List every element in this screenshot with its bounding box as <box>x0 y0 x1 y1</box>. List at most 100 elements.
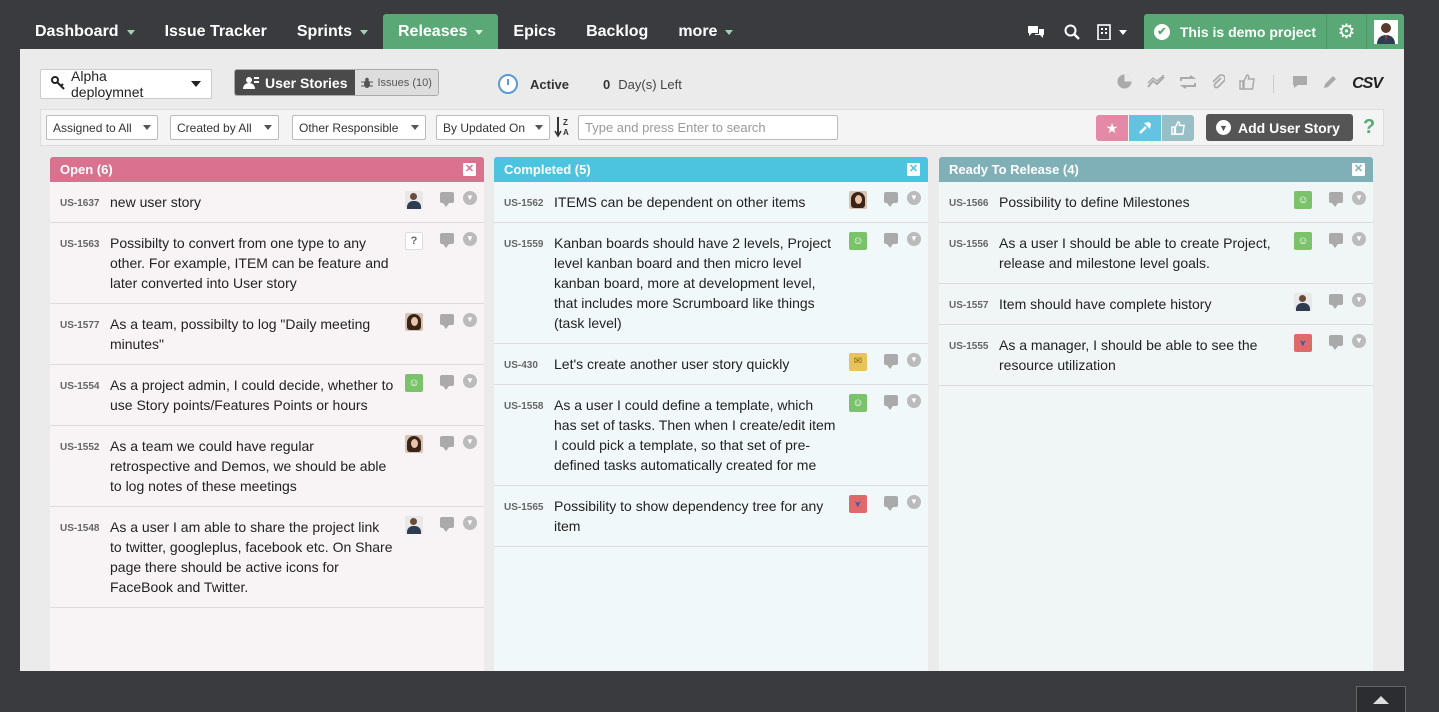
story-id[interactable]: US-1556 <box>949 235 988 255</box>
assignee-avatar[interactable] <box>405 516 423 534</box>
story-id[interactable]: US-1563 <box>60 235 99 255</box>
chevron-down-icon[interactable]: ▼ <box>1352 191 1366 205</box>
help-icon[interactable]: ? <box>1363 116 1375 139</box>
comment-icon[interactable] <box>440 375 454 390</box>
comment-icon[interactable] <box>1329 335 1343 350</box>
chevron-down-icon[interactable]: ▼ <box>907 191 921 205</box>
star-filter-button[interactable]: ★ <box>1096 115 1128 141</box>
user-avatar[interactable] <box>1366 14 1404 49</box>
story-id[interactable]: US-1552 <box>60 438 99 458</box>
comment-icon[interactable] <box>440 436 454 451</box>
story-title[interactable]: As a manager, I should be able to see th… <box>999 337 1257 373</box>
story-title[interactable]: Possibilty to convert from one type to a… <box>110 235 389 291</box>
story-title[interactable]: Possibility to define Milestones <box>999 194 1190 210</box>
story-id[interactable]: US-1637 <box>60 194 99 214</box>
comment-icon[interactable] <box>440 192 454 207</box>
story-card[interactable]: US-1563 Possibilty to convert from one ty… <box>50 223 484 304</box>
story-title[interactable]: Possibility to show dependency tree for … <box>554 498 823 534</box>
chevron-down-icon[interactable]: ▼ <box>463 374 477 388</box>
comments-icon[interactable] <box>1292 75 1308 94</box>
assignee-avatar[interactable] <box>405 435 423 453</box>
nav-item-backlog[interactable]: Backlog <box>571 14 663 49</box>
comment-icon[interactable] <box>884 233 898 248</box>
trend-icon[interactable] <box>1147 73 1165 94</box>
story-title[interactable]: As a team, possibilty to log "Daily meet… <box>110 316 370 352</box>
story-card[interactable]: US-1565 Possibility to show dependency tr… <box>494 486 928 547</box>
search-icon[interactable] <box>1054 14 1090 49</box>
chevron-down-icon[interactable]: ▼ <box>463 232 477 246</box>
nav-item-releases[interactable]: Releases <box>383 14 499 49</box>
green-avatar-icon[interactable] <box>849 394 867 412</box>
chevron-down-icon[interactable]: ▼ <box>1352 334 1366 348</box>
story-title[interactable]: As a user I could define a template, whi… <box>554 397 835 473</box>
nav-item-epics[interactable]: Epics <box>498 14 571 49</box>
close-icon[interactable]: ✕ <box>907 163 920 176</box>
sort-select[interactable]: By Updated On <box>436 115 550 140</box>
chevron-down-icon[interactable]: ▼ <box>907 495 921 509</box>
responsible-filter[interactable]: Other Responsible <box>292 115 426 140</box>
assignee-avatar[interactable] <box>405 313 423 331</box>
nav-item-more[interactable]: more <box>663 14 748 49</box>
story-card[interactable]: US-430 Let's create another user story qu… <box>494 344 928 385</box>
repeat-icon[interactable] <box>1179 74 1197 94</box>
story-title[interactable]: As a user I should be able to create Pro… <box>999 235 1271 271</box>
story-card[interactable]: US-1555 As a manager, I should be able to… <box>939 325 1373 386</box>
chat-icon[interactable] <box>1018 14 1054 49</box>
comment-icon[interactable] <box>884 192 898 207</box>
scroll-to-top-button[interactable] <box>1356 686 1406 712</box>
add-user-story-button[interactable]: ▼ Add User Story <box>1206 114 1353 141</box>
story-title[interactable]: As a user I am able to share the project… <box>110 519 393 595</box>
comment-icon[interactable] <box>1329 294 1343 309</box>
story-title[interactable]: new user story <box>110 194 201 210</box>
comment-icon[interactable] <box>1329 233 1343 248</box>
story-id[interactable]: US-1559 <box>504 235 543 255</box>
comment-icon[interactable] <box>440 517 454 532</box>
building-icon[interactable] <box>1090 14 1134 49</box>
red-avatar-icon[interactable] <box>1294 334 1312 352</box>
yellow-avatar-icon[interactable] <box>849 353 867 371</box>
chevron-down-icon[interactable]: ▼ <box>1352 293 1366 307</box>
edit-icon[interactable] <box>1322 74 1338 95</box>
gear-icon[interactable]: ⚙ <box>1326 14 1366 49</box>
story-id[interactable]: US-1554 <box>60 377 99 397</box>
story-id[interactable]: US-1577 <box>60 316 99 336</box>
chevron-down-icon[interactable]: ▼ <box>907 232 921 246</box>
green-avatar-icon[interactable] <box>1294 191 1312 209</box>
story-title[interactable]: Item should have complete history <box>999 296 1211 312</box>
sort-direction-icon[interactable]: ZA <box>554 116 572 140</box>
comment-icon[interactable] <box>440 233 454 248</box>
assignee-avatar[interactable] <box>405 191 423 209</box>
close-icon[interactable]: ✕ <box>463 163 476 176</box>
story-title[interactable]: Let's create another user story quickly <box>554 356 789 372</box>
pie-chart-icon[interactable] <box>1116 73 1133 95</box>
story-title[interactable]: As a project admin, I could decide, whet… <box>110 377 393 413</box>
chevron-down-icon[interactable]: ▼ <box>463 435 477 449</box>
comment-icon[interactable] <box>440 314 454 329</box>
green-avatar-icon[interactable] <box>405 374 423 392</box>
story-title[interactable]: Kanban boards should have 2 levels, Proj… <box>554 235 831 331</box>
story-id[interactable]: US-1555 <box>949 337 988 357</box>
tab-user-stories[interactable]: User Stories <box>235 70 356 95</box>
story-card[interactable]: US-1637 new user story ▼ <box>50 182 484 223</box>
story-id[interactable]: US-1565 <box>504 498 543 518</box>
assignee-avatar[interactable] <box>849 191 867 209</box>
like-filter-button[interactable] <box>1162 115 1194 141</box>
unassigned-icon[interactable]: ? <box>405 232 423 250</box>
story-title[interactable]: As a team we could have regular retrospe… <box>110 438 386 494</box>
search-input[interactable] <box>578 115 838 140</box>
assignee-avatar[interactable] <box>1294 293 1312 311</box>
nav-item-dashboard[interactable]: Dashboard <box>20 14 150 49</box>
nav-item-issue-tracker[interactable]: Issue Tracker <box>150 14 282 49</box>
story-id[interactable]: US-430 <box>504 356 538 376</box>
chevron-down-icon[interactable]: ▼ <box>463 191 477 205</box>
assigned-filter[interactable]: Assigned to All <box>46 115 158 140</box>
chevron-down-icon[interactable]: ▼ <box>1352 232 1366 246</box>
attachment-icon[interactable] <box>1211 73 1226 95</box>
chevron-down-icon[interactable]: ▼ <box>463 516 477 530</box>
comment-icon[interactable] <box>1329 192 1343 207</box>
story-card[interactable]: US-1558 As a user I could define a templa… <box>494 385 928 486</box>
tab-issues[interactable]: Issues (10) <box>355 70 438 95</box>
chevron-down-icon[interactable]: ▼ <box>907 394 921 408</box>
thumbs-up-icon[interactable] <box>1239 73 1255 95</box>
story-card[interactable]: US-1548 As a user I am able to share the … <box>50 507 484 608</box>
